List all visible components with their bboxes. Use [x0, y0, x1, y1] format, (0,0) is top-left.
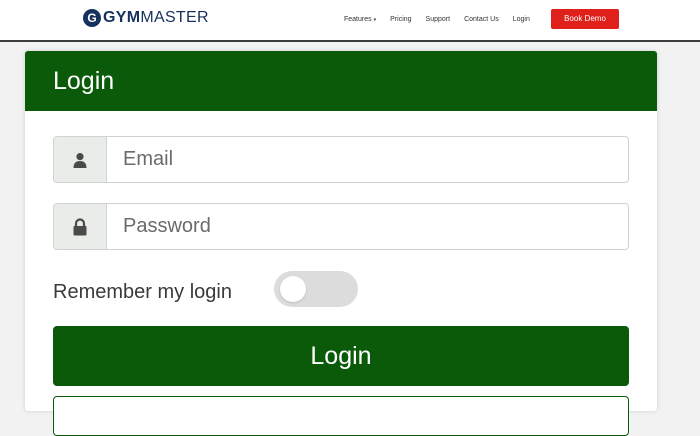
password-field[interactable] — [107, 204, 627, 249]
book-demo-button[interactable]: Book Demo — [551, 9, 619, 29]
nav-link-login[interactable]: Login — [513, 16, 530, 23]
remember-login-toggle[interactable] — [274, 271, 358, 307]
logo-text-master: MASTER — [140, 9, 209, 26]
toggle-knob — [280, 276, 306, 302]
nav-link-support[interactable]: Support — [426, 16, 451, 23]
email-field[interactable] — [107, 137, 627, 182]
login-title: Login — [53, 67, 115, 95]
user-icon — [73, 152, 87, 168]
email-input-group — [53, 136, 629, 183]
lock-icon — [73, 217, 87, 235]
password-input-group — [53, 203, 629, 250]
nav-link-pricing[interactable]: Pricing — [390, 16, 411, 23]
nav-link-contact-us[interactable]: Contact Us — [464, 16, 499, 23]
logo-text-gym: GYM — [103, 9, 141, 26]
nav-link-label: Features — [344, 15, 372, 23]
logo-icon: G — [83, 9, 101, 27]
top-navbar: G GYM MASTER Features ▾ Pricing Support C… — [0, 0, 700, 42]
password-addon — [54, 204, 107, 249]
login-card: Login Remember my login Login — [25, 51, 657, 436]
login-card-header: Login — [25, 51, 657, 111]
gymmaster-logo[interactable]: G GYM MASTER — [83, 8, 209, 28]
chevron-down-icon: ▾ — [373, 16, 377, 23]
login-submit-button[interactable]: Login — [53, 326, 629, 386]
remember-login-label: Remember my login — [53, 281, 232, 303]
secondary-button[interactable] — [53, 396, 629, 436]
nav-links: Features ▾ Pricing Support Contact Us Log… — [344, 9, 544, 29]
email-addon — [54, 137, 107, 182]
nav-link-features[interactable]: Features ▾ — [344, 16, 376, 23]
